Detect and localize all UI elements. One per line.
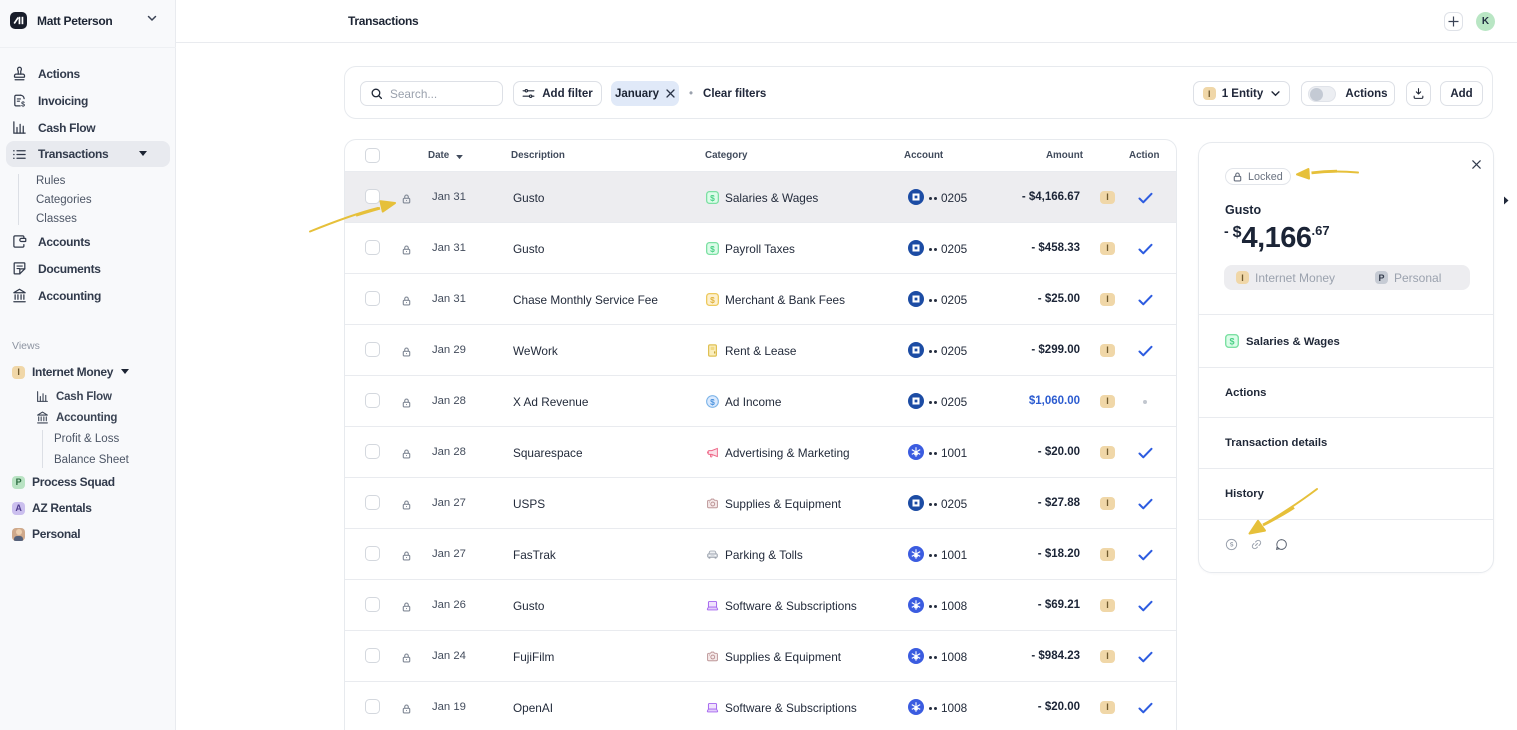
svg-text:$: $ (1229, 337, 1234, 347)
svg-text:$: $ (710, 397, 715, 407)
svg-text:$: $ (710, 244, 715, 254)
svg-text:$: $ (21, 101, 25, 108)
svg-text:$: $ (710, 295, 715, 305)
svg-text:$: $ (710, 193, 715, 203)
